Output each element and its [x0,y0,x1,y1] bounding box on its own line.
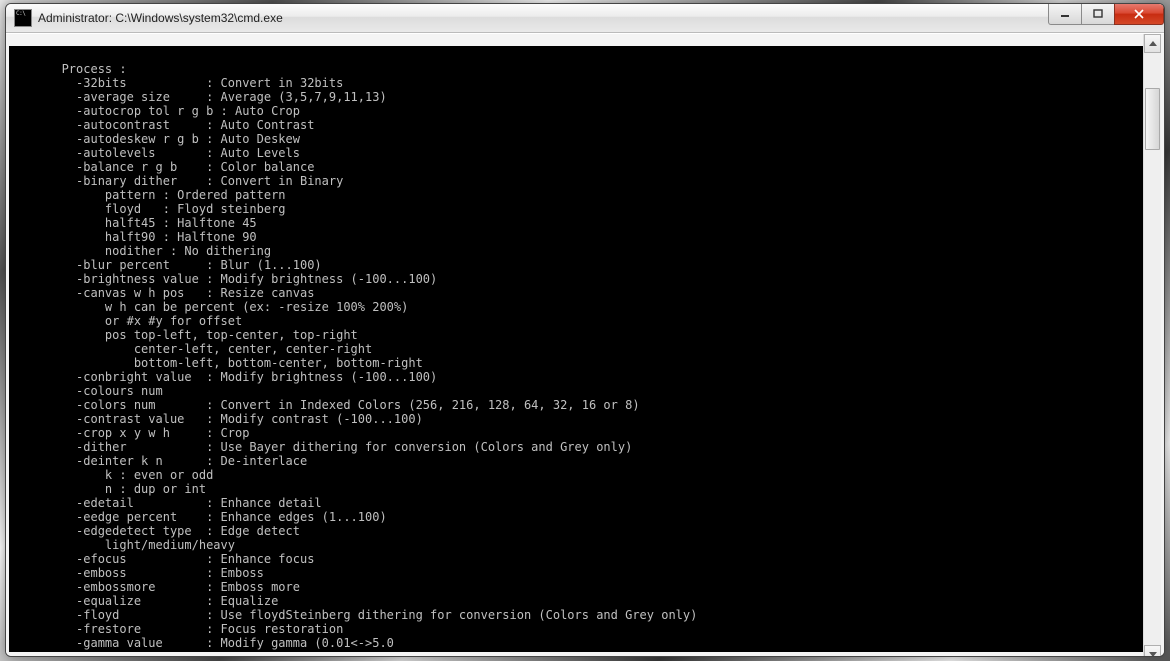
window-controls [1049,4,1164,24]
scroll-up-button[interactable] [1144,34,1161,53]
chevron-up-icon [1149,41,1157,46]
vertical-scrollbar[interactable] [1143,34,1161,657]
console-output[interactable]: Process : -32bits : Convert in 32bits -a… [9,46,1143,652]
cmd-app-icon [14,9,32,27]
command-prompt-window: Administrator: C:\Windows\system32\cmd.e… [5,3,1165,657]
minimize-button[interactable] [1048,4,1082,25]
chevron-down-icon [1149,652,1157,657]
console-viewport: Process : -32bits : Convert in 32bits -a… [9,34,1161,657]
title-bar[interactable]: Administrator: C:\Windows\system32\cmd.e… [6,4,1164,33]
minimize-icon [1060,9,1070,19]
maximize-button[interactable] [1081,4,1115,25]
window-title: Administrator: C:\Windows\system32\cmd.e… [38,11,283,25]
close-button[interactable] [1114,4,1164,25]
vertical-scroll-thumb[interactable] [1145,88,1160,150]
scroll-down-button[interactable] [1144,645,1161,657]
maximize-icon [1093,9,1103,19]
close-icon [1133,9,1145,19]
vertical-scroll-track[interactable] [1144,53,1161,645]
client-area: Process : -32bits : Convert in 32bits -a… [6,33,1164,657]
